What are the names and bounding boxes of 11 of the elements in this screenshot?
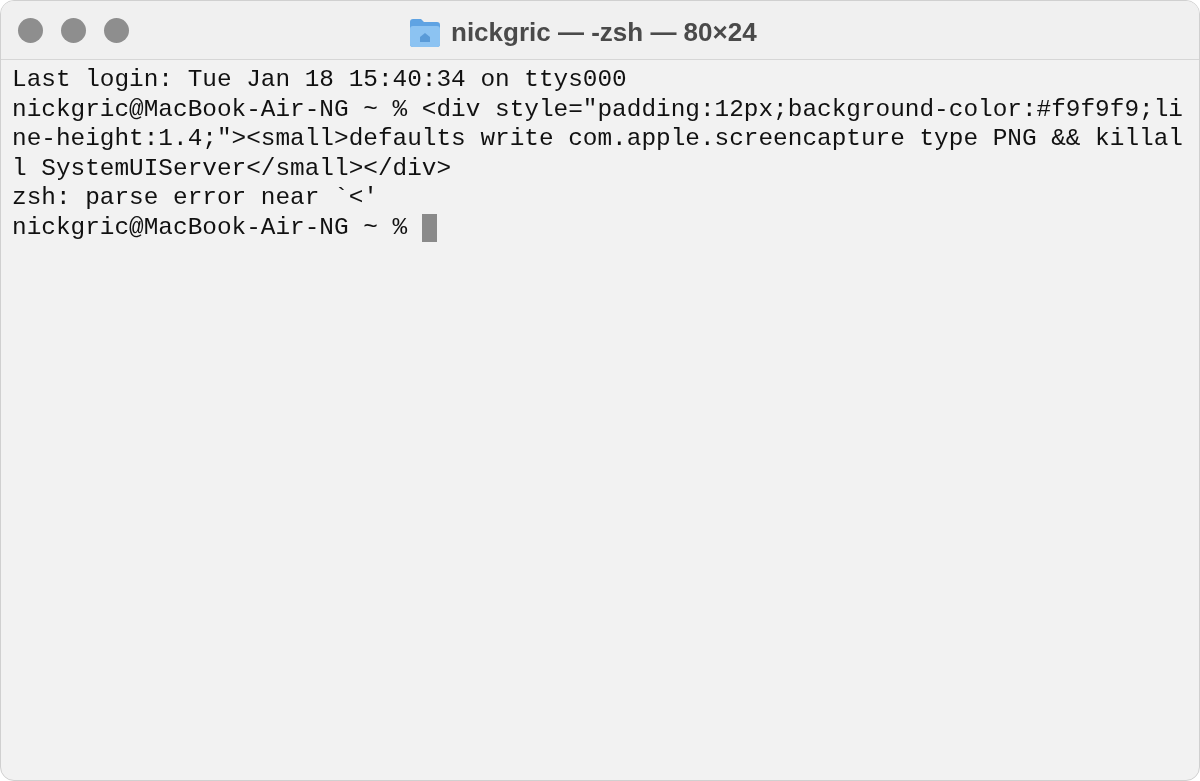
- home-folder-icon: [409, 17, 441, 48]
- terminal-line: ne-height:1.4;"><small>defaults write com.apple.screencapture type PNG && killal: [12, 124, 1183, 154]
- close-button[interactable]: [18, 17, 43, 43]
- terminal-line: nickgric@MacBook-Air-NG ~ %: [12, 212, 409, 243]
- terminal-line: l SystemUIServer</small></div>: [12, 153, 452, 184]
- terminal-line: zsh: parse error near `<': [12, 183, 378, 213]
- minimize-button[interactable]: [61, 17, 86, 43]
- window-title: nickgric — -zsh — 80×24: [451, 16, 757, 49]
- terminal-line: nickgric@MacBook-Air-NG ~ % <div style="padding:12px;background-color:#f9f9f9;li: [12, 94, 1183, 125]
- terminal-line: Last login: Tue Jan 18 15:40:34 on ttys000: [12, 65, 627, 95]
- zoom-button[interactable]: [104, 17, 129, 43]
